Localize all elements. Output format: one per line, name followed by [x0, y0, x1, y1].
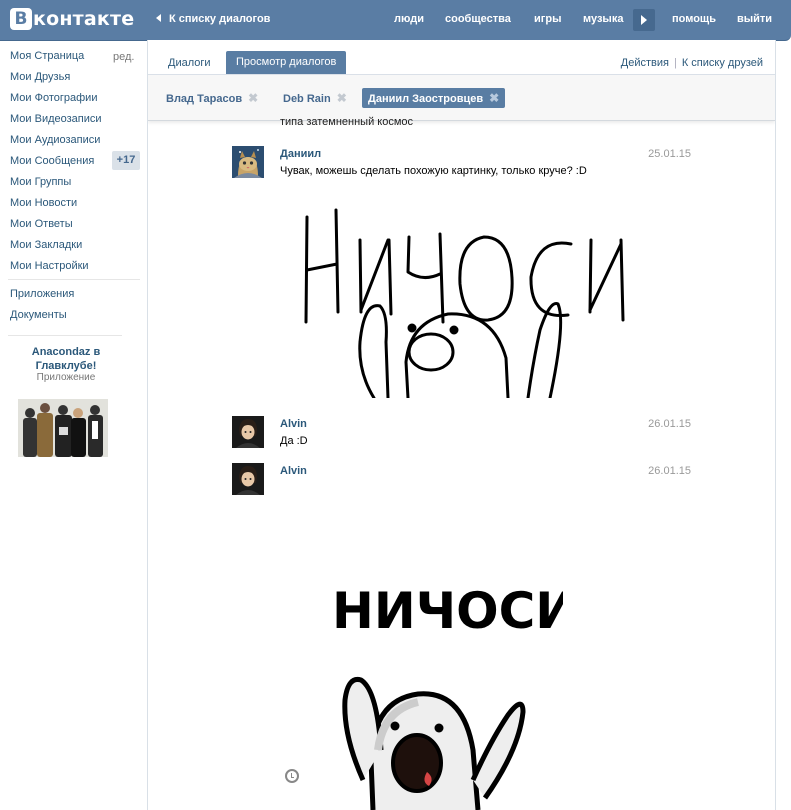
tab-dialogs[interactable]: Диалоги [168, 57, 211, 69]
sidebar-item-apps[interactable]: Приложения [10, 288, 74, 300]
sidebar-item-audio[interactable]: Мои Аудиозаписи [10, 134, 100, 146]
avatar[interactable] [232, 463, 264, 495]
sticker-image[interactable]: НИЧОСИ [323, 550, 577, 810]
peer-tab[interactable]: Влад Тарасов ✖ [162, 88, 262, 108]
sidebar-item-answers[interactable]: Мои Ответы [10, 218, 73, 230]
back-to-dialogs-link[interactable]: К списку диалогов [156, 13, 270, 25]
vk-logo[interactable]: В контакте [10, 7, 134, 31]
promo-subtitle: Приложение [36, 372, 96, 383]
message-date[interactable]: 26.01.15 [648, 418, 691, 430]
peer-tab-active[interactable]: Даниил Заостровцев ✖ [362, 88, 506, 108]
promo-title[interactable]: Anacondaz в Главклубе! [10, 345, 122, 373]
nav-music[interactable]: музыка [583, 13, 623, 25]
actions-link[interactable]: Действия [621, 57, 669, 69]
to-friends-link[interactable]: К списку друзей [682, 57, 763, 69]
top-header: В контакте К списку диалогов люди сообще… [0, 0, 791, 41]
sidebar-item-documents[interactable]: Документы [10, 309, 67, 321]
message-author[interactable]: Alvin [280, 418, 307, 430]
dialogs-panel: Диалоги Просмотр диалогов Действия | К спи… [147, 40, 776, 810]
tab-view-dialogs[interactable]: Просмотр диалогов [226, 51, 347, 74]
message-date[interactable]: 26.01.15 [648, 465, 691, 477]
nav-games[interactable]: игры [534, 13, 561, 25]
message-text: Чувак, можешь сделать похожую картинку, … [280, 165, 587, 177]
nav-logout[interactable]: выйти [737, 13, 772, 25]
sidebar-item-messages[interactable]: Мои Сообщения [10, 155, 94, 167]
close-icon[interactable]: ✖ [337, 91, 347, 105]
sidebar-item-friends[interactable]: Мои Друзья [10, 71, 70, 83]
open-dialogs-bar: Влад Тарасов ✖ Deb Rain ✖ Даниил Заостровц… [148, 75, 775, 121]
peer-tab[interactable]: Deb Rain ✖ [279, 88, 351, 108]
message-author[interactable]: Alvin [280, 465, 307, 477]
avatar[interactable] [232, 146, 264, 178]
sidebar-item-my-page[interactable]: Моя Страница [10, 50, 84, 62]
avatar[interactable] [232, 416, 264, 448]
nav-help[interactable]: помощь [672, 13, 716, 25]
nav-communities[interactable]: сообщества [445, 13, 511, 25]
sidebar-item-settings[interactable]: Мои Настройки [10, 260, 89, 272]
divider: | [673, 57, 677, 69]
vk-logo-text: контакте [33, 8, 135, 30]
nav-people[interactable]: люди [394, 13, 424, 25]
messages-count-badge[interactable]: +17 [112, 151, 140, 170]
top-actions: Действия | К списку друзей [621, 57, 763, 69]
message-author[interactable]: Даниил [280, 148, 321, 160]
sidebar-item-bookmarks[interactable]: Мои Закладки [10, 239, 82, 251]
sidebar-edit-link[interactable]: ред. [113, 51, 134, 63]
sticker-text: НИЧОСИ [332, 582, 563, 640]
close-icon[interactable]: ✖ [248, 91, 258, 105]
sidebar-item-videos[interactable]: Мои Видеозаписи [10, 113, 102, 125]
play-icon[interactable] [633, 9, 655, 31]
sidebar-item-photos[interactable]: Мои Фотографии [10, 92, 97, 104]
message-date[interactable]: 25.01.15 [648, 148, 691, 160]
attached-drawing[interactable] [288, 182, 648, 398]
tab-bar: Диалоги Просмотр диалогов Действия | К спи… [148, 40, 775, 75]
message-history: типа затемненный космос Даниил 25.01.15 … [148, 116, 775, 810]
promo-image[interactable] [18, 399, 108, 457]
sidebar-divider [8, 335, 122, 336]
sidebar-divider [8, 279, 140, 280]
sidebar-item-groups[interactable]: Мои Группы [10, 176, 71, 188]
close-icon[interactable]: ✖ [489, 91, 499, 105]
clipped-message-text: типа затемненный космос [280, 116, 414, 128]
message-text: Да :D [280, 435, 308, 447]
arrow-left-icon [156, 14, 161, 22]
clock-icon [285, 769, 299, 783]
sidebar-item-news[interactable]: Мои Новости [10, 197, 77, 209]
vk-logo-icon: В [10, 8, 32, 30]
